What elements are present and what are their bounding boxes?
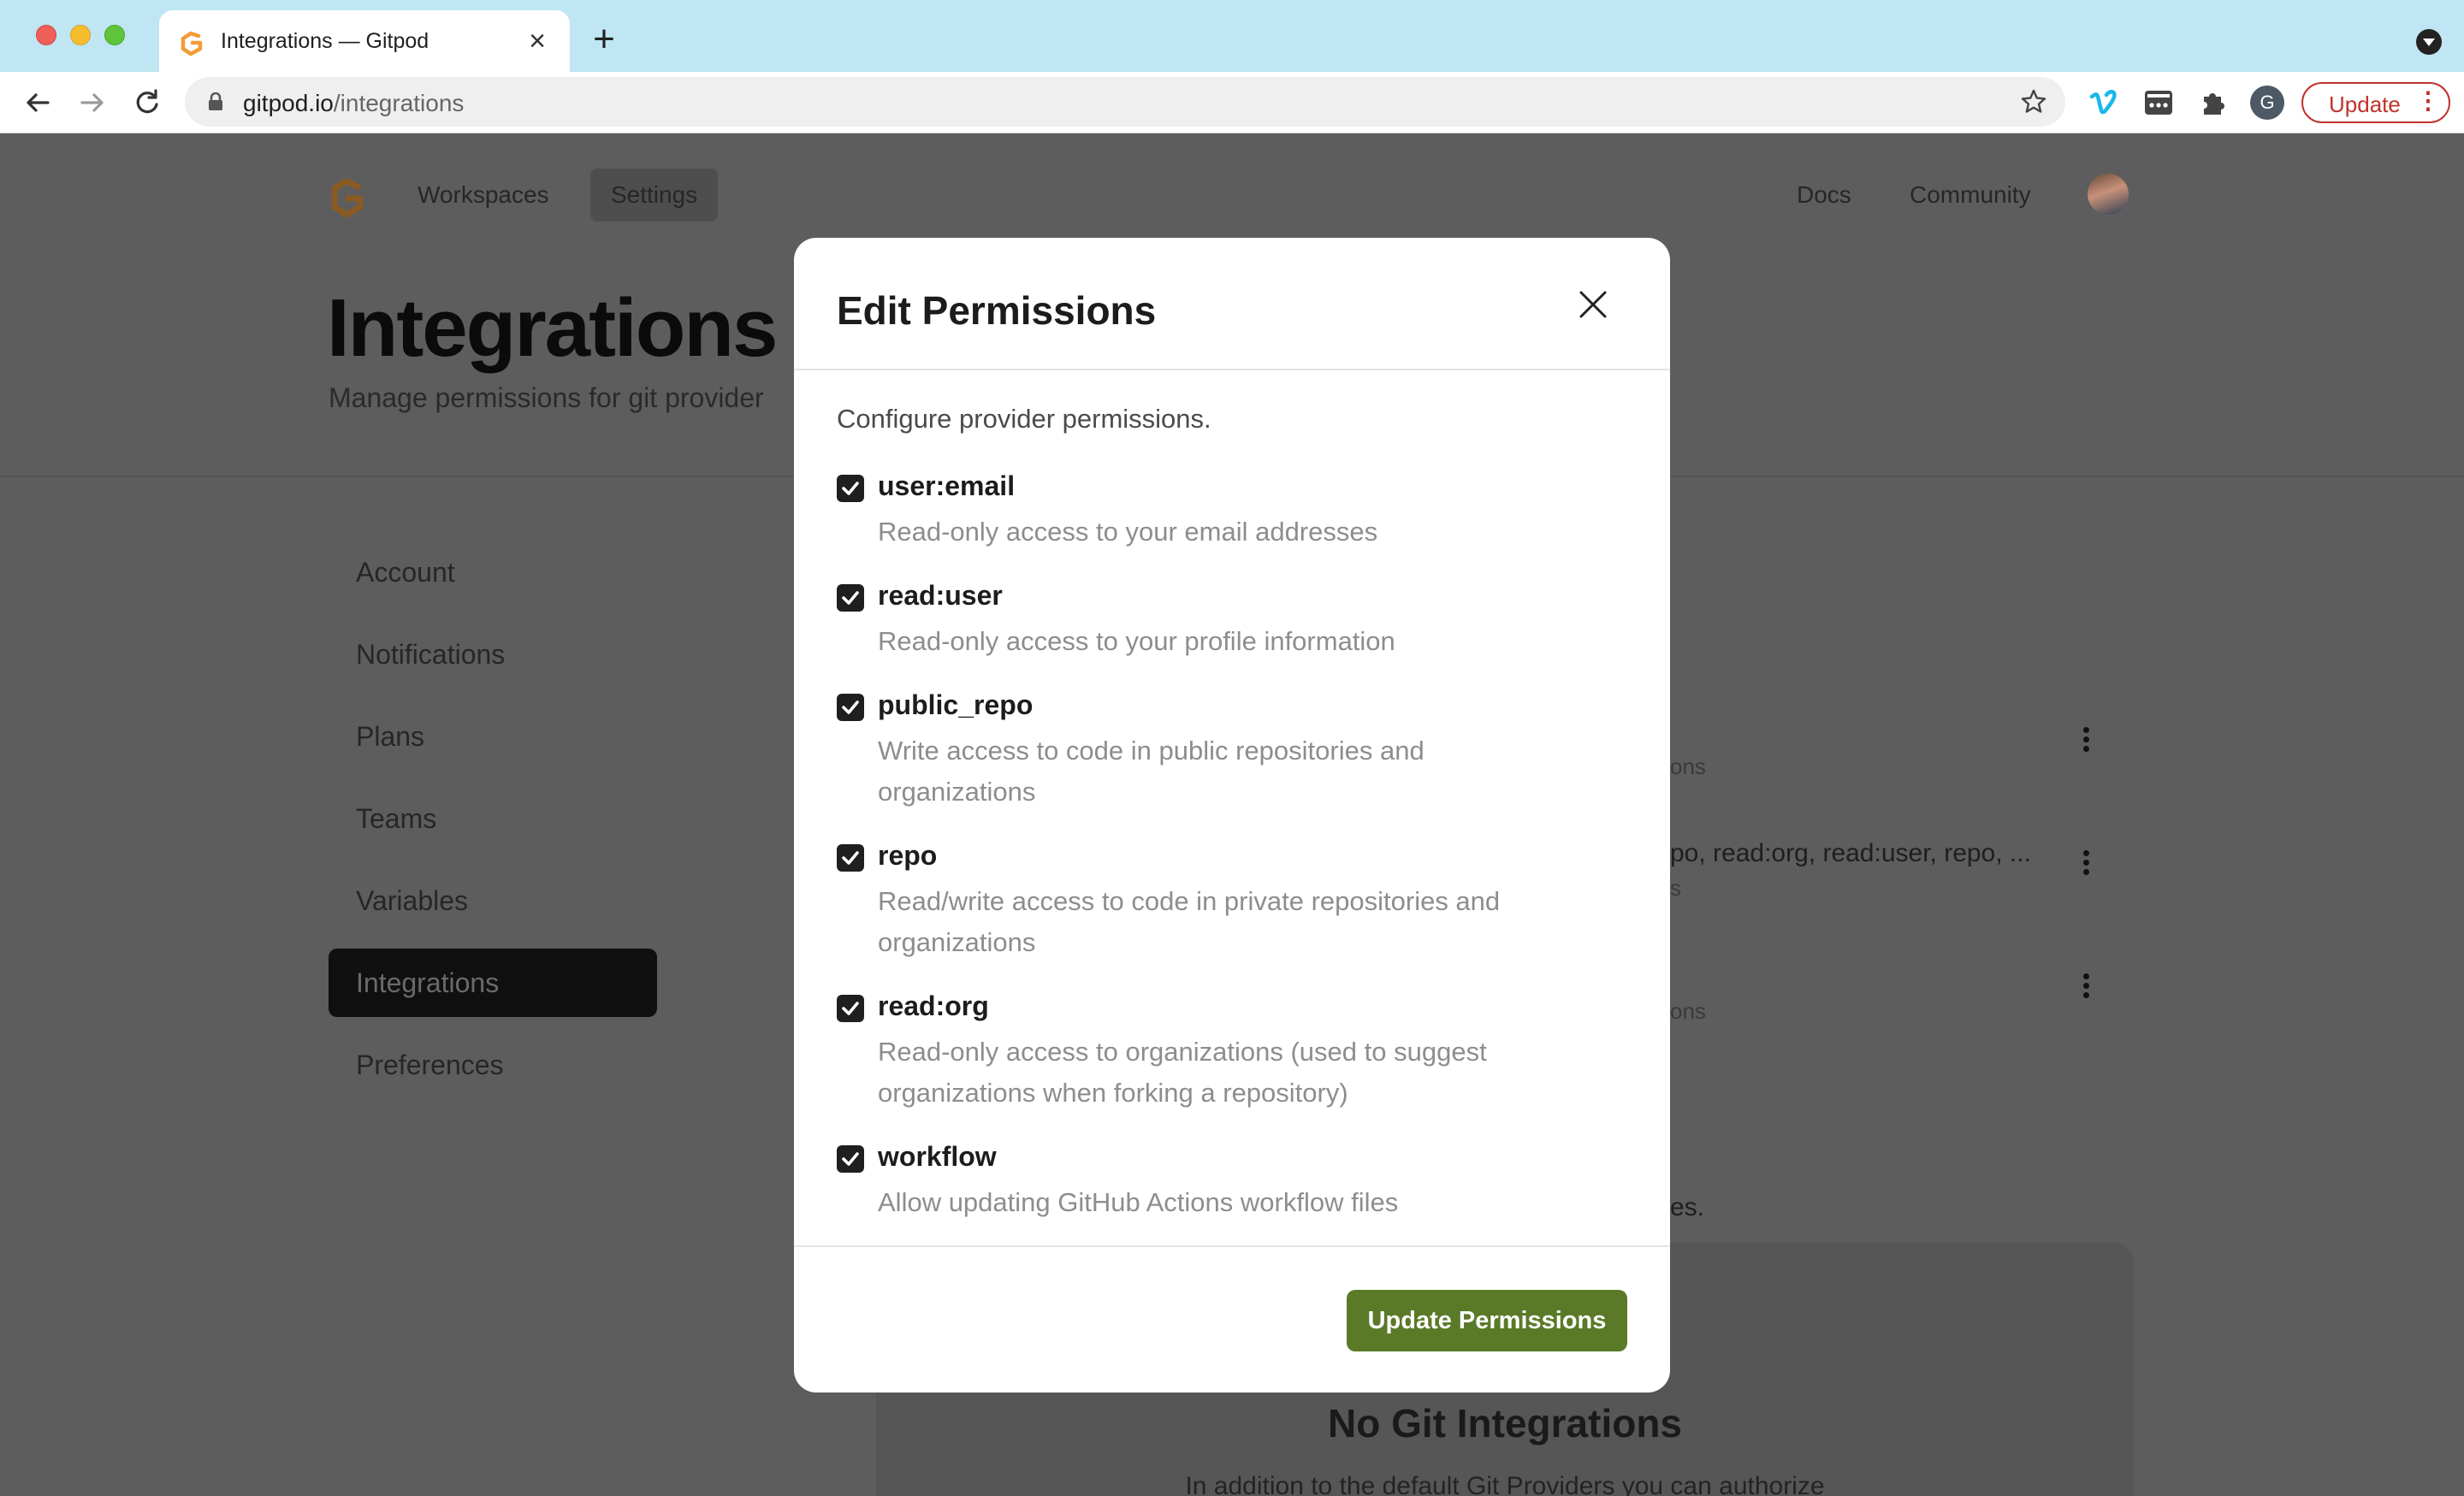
- modal-header-divider: [794, 369, 1670, 370]
- sidebar-item-variables[interactable]: Variables: [329, 866, 657, 935]
- permission-description: Read-only access to organizations (used …: [878, 1037, 1487, 1108]
- reload-icon[interactable]: [128, 84, 166, 121]
- checkmark-icon: [842, 482, 859, 495]
- window-zoom-button[interactable]: [104, 25, 125, 45]
- checkbox-workflow[interactable]: [837, 1145, 864, 1173]
- modal-description: Configure provider permissions.: [837, 404, 1211, 434]
- sidebar-item-account[interactable]: Account: [329, 538, 657, 606]
- window-close-button[interactable]: [36, 25, 56, 45]
- checkmark-icon: [842, 591, 859, 605]
- permission-description: Read-only access to your profile informa…: [878, 626, 1395, 656]
- browser-update-button[interactable]: Update ⋮: [2301, 82, 2450, 123]
- checkbox-public-repo[interactable]: [837, 694, 864, 721]
- integrations-note-tail: es.: [1670, 1193, 1705, 1221]
- kebab-menu-icon: ⋮: [2416, 87, 2440, 114]
- page-title: Integrations: [327, 282, 778, 374]
- nav-community[interactable]: Community: [1889, 169, 2052, 222]
- page-subtitle: Manage permissions for git provider: [329, 382, 764, 413]
- permission-name: read:user: [878, 580, 1003, 611]
- close-icon[interactable]: [1574, 286, 1612, 323]
- profile-avatar[interactable]: G: [2250, 86, 2284, 120]
- edit-permissions-modal: Edit Permissions Configure provider perm…: [794, 238, 1670, 1393]
- checkbox-read-org[interactable]: [837, 995, 864, 1022]
- modal-footer-divider: [794, 1245, 1670, 1247]
- checkmark-icon: [842, 1152, 859, 1166]
- tab-close-icon[interactable]: ×: [522, 26, 553, 56]
- browser-toolbar: gitpod.io/integrations G Update ⋮: [0, 72, 2464, 133]
- checkbox-repo[interactable]: [837, 844, 864, 872]
- checkbox-user-email[interactable]: [837, 475, 864, 502]
- sidebar-item-integrations[interactable]: Integrations: [329, 949, 657, 1017]
- sidebar-item-notifications[interactable]: Notifications: [329, 620, 657, 689]
- window-minimize-button[interactable]: [70, 25, 91, 45]
- update-label: Update: [2329, 92, 2401, 117]
- url-text: gitpod.io/integrations: [243, 90, 464, 117]
- permission-name: workflow: [878, 1141, 997, 1172]
- checkbox-read-user[interactable]: [837, 584, 864, 612]
- provider-row-3-subtext: ons: [1670, 998, 1706, 1024]
- sidebar-item-preferences[interactable]: Preferences: [329, 1031, 657, 1099]
- nav-docs[interactable]: Docs: [1776, 169, 1872, 222]
- provider-row-1-subtext: ons: [1670, 754, 1706, 779]
- nav-workspaces[interactable]: Workspaces: [397, 169, 570, 222]
- provider-row-2-menu-icon[interactable]: [2079, 848, 2093, 882]
- lock-icon: [209, 92, 222, 110]
- provider-row-1-menu-icon[interactable]: [2079, 724, 2093, 759]
- permission-description: Write access to code in public repositor…: [878, 736, 1424, 807]
- browser-tab-strip: Integrations — Gitpod × +: [0, 0, 2464, 72]
- vimeo-extension-icon[interactable]: [2088, 86, 2120, 119]
- sidebar-item-teams[interactable]: Teams: [329, 784, 657, 853]
- gitpod-logo-icon[interactable]: [329, 177, 368, 220]
- extensions-puzzle-icon[interactable]: [2197, 86, 2230, 119]
- bookmark-star-icon[interactable]: [2019, 87, 2048, 116]
- modal-title: Edit Permissions: [837, 288, 1157, 333]
- gitpod-favicon-icon: [181, 31, 203, 56]
- user-avatar[interactable]: [2088, 174, 2129, 215]
- address-bar[interactable]: gitpod.io/integrations: [185, 77, 2065, 127]
- permission-name: public_repo: [878, 689, 1034, 720]
- new-tab-icon[interactable]: +: [587, 21, 621, 58]
- permission-description: Read/write access to code in private rep…: [878, 886, 1501, 957]
- empty-state-title: No Git Integrations: [1328, 1401, 1682, 1446]
- provider-row-2-permissions: po, read:org, read:user, repo, ...: [1670, 839, 2031, 867]
- url-path: /integrations: [333, 90, 465, 116]
- empty-state-text: In addition to the default Git Providers…: [1185, 1472, 1825, 1496]
- password-extension-icon[interactable]: [2142, 86, 2175, 119]
- permission-description: Allow updating GitHub Actions workflow f…: [878, 1187, 1399, 1217]
- checkmark-icon: [842, 1002, 859, 1015]
- provider-row-3-menu-icon[interactable]: [2079, 971, 2093, 1005]
- sidebar-item-plans[interactable]: Plans: [329, 702, 657, 771]
- permission-name: user:email: [878, 470, 1016, 501]
- update-permissions-button[interactable]: Update Permissions: [1347, 1290, 1627, 1351]
- permission-description: Read-only access to your email addresses: [878, 517, 1378, 547]
- checkmark-icon: [842, 701, 859, 714]
- url-host: gitpod.io: [243, 90, 334, 116]
- forward-arrow-icon[interactable]: [74, 84, 111, 121]
- tab-title: Integrations — Gitpod: [221, 29, 429, 53]
- checkmark-icon: [842, 851, 859, 865]
- tab-search-icon[interactable]: [2416, 29, 2442, 55]
- provider-row-2-subtext: s: [1670, 875, 1681, 901]
- back-arrow-icon[interactable]: [19, 84, 56, 121]
- permission-name: repo: [878, 840, 938, 871]
- nav-settings[interactable]: Settings: [590, 169, 719, 222]
- browser-tab-active[interactable]: Integrations — Gitpod ×: [159, 10, 570, 72]
- permission-name: read:org: [878, 990, 989, 1021]
